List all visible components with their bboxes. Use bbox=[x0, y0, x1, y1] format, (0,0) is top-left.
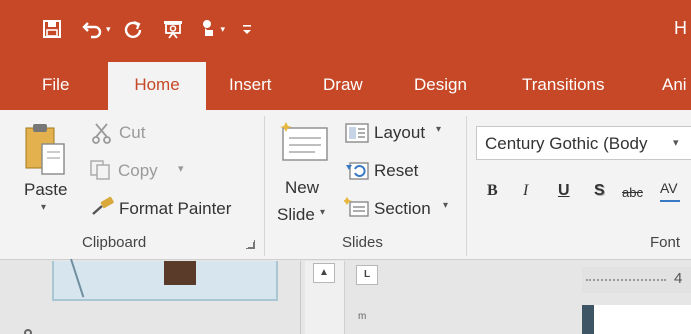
new-slide-label-line1: New bbox=[285, 178, 320, 197]
section-dropdown-icon[interactable]: ▾ bbox=[443, 200, 448, 211]
format-painter-label: Format Painter bbox=[119, 199, 232, 218]
customize-qat-button[interactable] bbox=[237, 14, 257, 44]
vertical-ruler-mark: m bbox=[358, 311, 367, 322]
font-name-value: Century Gothic (Body bbox=[485, 134, 648, 153]
ribbon-tabs: File Home Insert Draw Design Transitions… bbox=[0, 62, 691, 111]
reset-label: Reset bbox=[374, 161, 419, 180]
character-spacing-arrow-icon bbox=[660, 200, 680, 202]
window-title: H bbox=[674, 18, 687, 38]
customize-qat-icon bbox=[243, 25, 252, 34]
format-painter-icon bbox=[92, 196, 114, 215]
layout-label: Layout bbox=[374, 123, 426, 142]
save-icon bbox=[43, 20, 61, 38]
bold-button[interactable]: B bbox=[487, 182, 498, 200]
panel-handle-icon[interactable] bbox=[24, 329, 32, 334]
pane-splitter[interactable] bbox=[300, 261, 301, 334]
ruler-number: 4 bbox=[674, 270, 683, 287]
font-group-label: Font bbox=[650, 234, 681, 251]
underline-button[interactable]: U bbox=[558, 182, 570, 200]
ruler-ticks bbox=[586, 279, 666, 281]
vertical-ruler-area: ▲ bbox=[305, 261, 345, 334]
tab-selector-icon[interactable]: L bbox=[356, 265, 378, 285]
undo-icon bbox=[82, 22, 102, 39]
touch-mode-icon bbox=[202, 20, 213, 36]
cut-icon bbox=[92, 123, 111, 144]
redo-button[interactable] bbox=[119, 14, 147, 44]
layout-dropdown-icon[interactable]: ▾ bbox=[436, 124, 441, 135]
scroll-up-icon[interactable]: ▲ bbox=[313, 263, 335, 283]
tab-draw[interactable]: Draw bbox=[323, 62, 363, 110]
ribbon-home: Paste ▾ Cut Copy ▾ Format Painter Clipbo… bbox=[0, 110, 691, 260]
thumbnail-photo bbox=[164, 261, 196, 285]
present-from-start-button[interactable] bbox=[157, 14, 189, 44]
group-separator bbox=[264, 116, 265, 256]
touch-mode-dropdown-icon[interactable]: ▾ bbox=[221, 24, 226, 35]
undo-dropdown-icon[interactable]: ▾ bbox=[106, 24, 111, 35]
italic-button[interactable]: I bbox=[523, 182, 528, 200]
present-from-start-icon bbox=[163, 21, 182, 39]
text-shadow-button[interactable]: S bbox=[594, 182, 605, 200]
horizontal-ruler: 4 bbox=[582, 267, 691, 293]
character-spacing-button[interactable]: AV bbox=[660, 180, 678, 196]
paste-label: Paste bbox=[24, 180, 68, 199]
clipboard-group-label: Clipboard bbox=[82, 234, 147, 251]
tab-insert[interactable]: Insert bbox=[229, 62, 272, 110]
save-button[interactable] bbox=[38, 14, 66, 44]
tab-file[interactable]: File bbox=[42, 62, 69, 110]
quick-access-toolbar: ▾ ▾ bbox=[38, 14, 257, 44]
thumbnail-graphic-line bbox=[70, 258, 85, 298]
font-name-combobox[interactable]: Century Gothic (Body ▾ bbox=[476, 126, 691, 160]
tab-design[interactable]: Design bbox=[414, 62, 467, 110]
slide-canvas-corner bbox=[582, 305, 691, 334]
undo-button[interactable]: ▾ bbox=[78, 14, 115, 44]
new-slide-label-line2: Slide bbox=[277, 205, 315, 224]
cut-label: Cut bbox=[119, 123, 146, 142]
tab-transitions[interactable]: Transitions bbox=[522, 62, 605, 110]
group-separator bbox=[466, 116, 467, 256]
slide-thumbnail[interactable] bbox=[52, 258, 278, 301]
copy-icon bbox=[90, 160, 110, 180]
strikethrough-button[interactable]: abc bbox=[622, 185, 643, 200]
reset-icon bbox=[346, 162, 369, 180]
new-slide-dropdown-icon[interactable]: ▾ bbox=[320, 207, 325, 218]
paste-dropdown-icon[interactable]: ▾ bbox=[41, 202, 46, 213]
copy-label: Copy bbox=[118, 161, 158, 180]
section-label: Section bbox=[374, 199, 431, 218]
title-bar: ▾ ▾ H bbox=[0, 0, 691, 62]
paste-icon bbox=[25, 124, 65, 175]
touch-mode-button[interactable]: ▾ bbox=[195, 14, 230, 44]
slides-group-label: Slides bbox=[342, 234, 383, 251]
new-slide-icon bbox=[280, 122, 328, 161]
layout-icon bbox=[345, 123, 369, 143]
tab-animations[interactable]: Ani bbox=[662, 62, 687, 110]
clipboard-dialog-launcher-icon[interactable] bbox=[246, 240, 255, 249]
redo-icon bbox=[124, 20, 141, 39]
tab-home[interactable]: Home bbox=[108, 62, 206, 111]
section-icon bbox=[344, 197, 369, 217]
workspace: ▲ L m 4 bbox=[0, 258, 691, 334]
copy-dropdown-icon[interactable]: ▾ bbox=[178, 162, 184, 175]
font-name-dropdown-icon[interactable]: ▾ bbox=[673, 136, 679, 149]
